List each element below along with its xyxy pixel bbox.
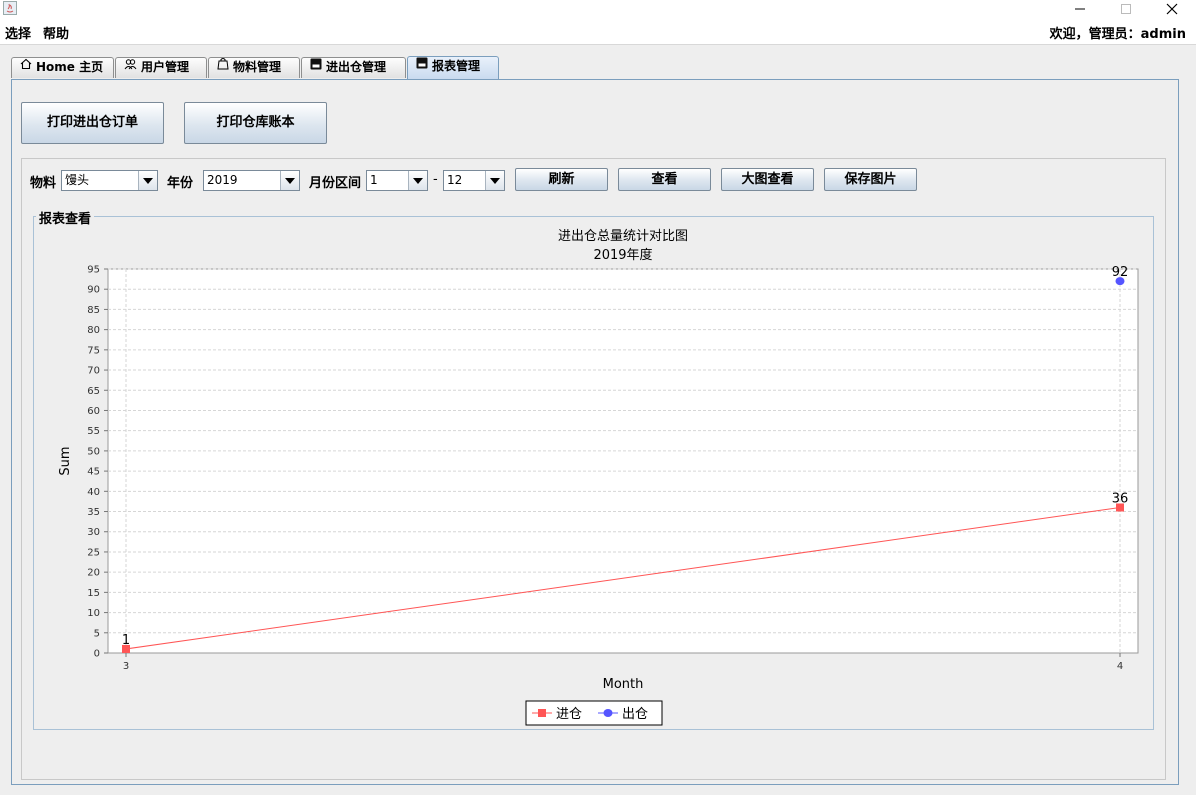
save-icon <box>416 56 428 75</box>
legend-marker-square <box>538 709 546 717</box>
big-view-button[interactable]: 大图查看 <box>721 168 814 191</box>
month-to-value: 12 <box>447 173 463 187</box>
print-order-button[interactable]: 打印进出仓订单 <box>21 102 164 144</box>
tab-users-label: 用户管理 <box>141 60 190 74</box>
data-label: 36 <box>1112 491 1129 506</box>
maximize-icon <box>1121 4 1131 14</box>
minimize-button[interactable] <box>1057 0 1103 18</box>
save-icon <box>310 57 322 76</box>
x-axis-label: Month <box>603 677 644 692</box>
close-icon <box>1166 3 1178 15</box>
save-image-button[interactable]: 保存图片 <box>824 168 917 191</box>
close-button[interactable] <box>1149 0 1195 18</box>
view-button[interactable]: 查看 <box>618 168 711 191</box>
material-label: 物料 <box>30 176 57 191</box>
tab-inout[interactable]: 进出仓管理 <box>301 57 406 78</box>
refresh-button[interactable]: 刷新 <box>515 168 608 191</box>
data-label: 1 <box>122 633 130 648</box>
home-icon <box>20 57 32 76</box>
x-tick-label: 4 <box>1117 661 1123 672</box>
chevron-down-icon <box>413 178 423 184</box>
tab-users[interactable]: 用户管理 <box>115 57 207 78</box>
x-tick-label: 3 <box>123 661 129 672</box>
year-select[interactable]: 2019 <box>203 170 300 191</box>
y-tick-label: 0 <box>94 649 100 660</box>
window-titlebar <box>0 0 1196 18</box>
plot-area <box>107 268 1139 654</box>
inout-comparison-chart: 0 5 10 15 20 25 30 35 40 45 50 55 60 65 70 75 80 85 90 95 3 4… <box>58 229 1139 726</box>
y-tick-label: 70 <box>87 366 100 377</box>
y-axis-label: Sum <box>58 446 73 475</box>
legend-marker-circle <box>603 709 613 717</box>
material-dropdown-arrow[interactable] <box>138 171 157 190</box>
menu-help[interactable]: 帮助 <box>43 23 69 42</box>
y-tick-label: 40 <box>87 487 100 498</box>
tab-inout-label: 进出仓管理 <box>326 60 387 74</box>
y-tick-label: 95 <box>87 265 100 276</box>
y-tick-label: 65 <box>87 386 100 397</box>
y-tick-label: 60 <box>87 406 100 417</box>
legend-label-0: 进仓 <box>556 707 582 722</box>
menu-bar: 选择 帮助 欢迎，管理员：admin <box>0 18 1196 45</box>
year-value: 2019 <box>207 173 238 187</box>
month-from-select[interactable]: 1 <box>366 170 428 191</box>
y-tick-label: 85 <box>87 305 100 316</box>
y-tick-label: 30 <box>87 527 100 538</box>
year-dropdown-arrow[interactable] <box>280 171 299 190</box>
chevron-down-icon <box>490 178 500 184</box>
month-to-dropdown-arrow[interactable] <box>485 171 504 190</box>
y-tick-label: 25 <box>87 547 100 558</box>
y-tick-label: 10 <box>87 608 100 619</box>
y-tick-label: 50 <box>87 446 100 457</box>
data-label: 92 <box>1112 265 1129 280</box>
material-value: 馒头 <box>65 173 90 187</box>
month-range-label: 月份区间 <box>309 176 362 191</box>
java-app-icon <box>3 1 17 15</box>
tab-home[interactable]: Home 主页 <box>11 57 114 78</box>
month-from-value: 1 <box>370 173 378 187</box>
month-separator: - <box>433 172 438 187</box>
maximize-button[interactable] <box>1103 0 1149 18</box>
bag-icon <box>217 57 229 76</box>
y-tick-label: 5 <box>94 628 100 639</box>
menu-select[interactable]: 选择 <box>5 23 31 42</box>
y-tick-label: 55 <box>87 426 100 437</box>
welcome-text: 欢迎，管理员：admin <box>1049 27 1186 42</box>
year-label: 年份 <box>167 176 194 191</box>
y-tick-label: 20 <box>87 568 100 579</box>
chart-subtitle: 2019年度 <box>593 247 652 263</box>
y-tick-label: 15 <box>87 588 100 599</box>
chart-title: 进出仓总量统计对比图 <box>558 229 688 244</box>
y-tick-label: 90 <box>87 285 100 296</box>
tab-materials-label: 物料管理 <box>233 60 282 74</box>
tab-home-label: Home 主页 <box>36 60 104 74</box>
material-select[interactable]: 馒头 <box>61 170 158 191</box>
y-tick-label: 45 <box>87 467 100 478</box>
tab-reports[interactable]: 报表管理 <box>407 56 499 79</box>
y-tick-label: 75 <box>87 345 100 356</box>
month-from-dropdown-arrow[interactable] <box>408 171 427 190</box>
y-tick-label: 80 <box>87 325 100 336</box>
chevron-down-icon <box>285 178 295 184</box>
tab-materials[interactable]: 物料管理 <box>208 57 300 78</box>
minimize-icon <box>1075 8 1085 10</box>
print-ledger-button[interactable]: 打印仓库账本 <box>184 102 327 144</box>
chevron-down-icon <box>143 178 153 184</box>
legend-label-1: 出仓 <box>622 707 648 722</box>
month-to-select[interactable]: 12 <box>443 170 505 191</box>
users-icon <box>124 57 137 76</box>
y-tick-label: 35 <box>87 507 100 518</box>
tab-reports-label: 报表管理 <box>432 59 481 73</box>
